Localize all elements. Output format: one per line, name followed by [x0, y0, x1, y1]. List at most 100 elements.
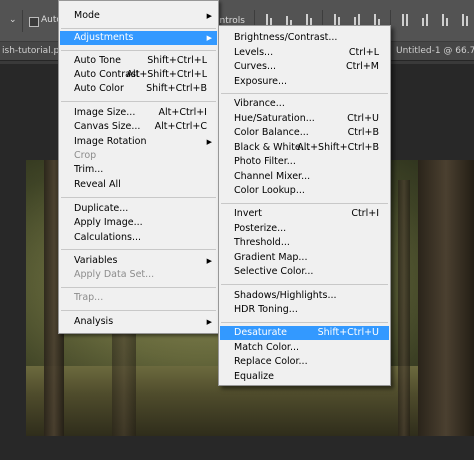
menu-item-label: Vibrance...	[234, 98, 285, 109]
menu-item-levels[interactable]: Levels... Ctrl+L	[220, 46, 389, 60]
menu-item-gradient-map[interactable]: Gradient Map...	[220, 251, 389, 265]
menu-item-color-balance[interactable]: Color Balance... Ctrl+B	[220, 126, 389, 140]
menu-item-shortcut: Shift+Ctrl+U	[317, 327, 379, 338]
menu-separator	[61, 101, 216, 102]
menu-item-shortcut: Ctrl+I	[351, 208, 379, 219]
menu-item-auto-contrast[interactable]: Auto Contrast Alt+Shift+Ctrl+L	[60, 68, 217, 82]
menu-item-vibrance[interactable]: Vibrance...	[220, 97, 389, 111]
distribute-center-icon[interactable]	[418, 12, 432, 26]
menu-item-analysis[interactable]: Analysis ▶	[60, 315, 217, 329]
menu-item-label: Desaturate	[234, 327, 287, 338]
menu-item-label: Levels...	[234, 47, 274, 58]
submenu-arrow-icon: ▶	[206, 34, 212, 42]
menu-item-label: Auto Tone	[74, 55, 121, 66]
menu-item-exposure[interactable]: Exposure...	[220, 75, 389, 89]
menu-item-reveal-all[interactable]: Reveal All	[60, 178, 217, 192]
menu-item-label: Duplicate...	[74, 203, 129, 214]
menu-item-label: Equalize	[234, 371, 274, 382]
menu-item-canvas-size[interactable]: Canvas Size... Alt+Ctrl+C	[60, 120, 217, 134]
menu-item-shortcut: Alt+Ctrl+C	[154, 121, 207, 132]
menu-item-threshold[interactable]: Threshold...	[220, 236, 389, 250]
menu-item-shortcut: Ctrl+B	[347, 127, 379, 138]
menu-separator	[61, 28, 216, 29]
menu-item-shortcut: Alt+Shift+Ctrl+L	[126, 69, 207, 80]
menu-item-label: Crop	[74, 150, 97, 161]
menu-item-label: Image Rotation	[74, 136, 147, 147]
menu-separator	[61, 287, 216, 288]
menu-item-label: Trim...	[74, 164, 104, 175]
menu-item-label: Selective Color...	[234, 266, 314, 277]
distribute-bottom-icon[interactable]	[438, 12, 452, 26]
menu-item-shadows-highlights[interactable]: Shadows/Highlights...	[220, 289, 389, 303]
image-menu: Mode ▶ Adjustments ▶ Auto Tone Shift+Ctrl+L…	[58, 0, 219, 334]
menu-separator	[221, 284, 388, 285]
align-vertical-center-icon[interactable]	[282, 12, 296, 26]
align-left-icon[interactable]	[330, 12, 344, 26]
menu-separator	[221, 203, 388, 204]
menu-item-label: Curves...	[234, 61, 277, 72]
menu-item-selective-color[interactable]: Selective Color...	[220, 265, 389, 279]
document-tab-tutorial[interactable]: ish-tutorial.psd	[0, 42, 58, 60]
document-tab-untitled[interactable]: Untitled-1 @ 66.7%	[390, 42, 474, 60]
menu-item-label: Apply Data Set...	[74, 269, 155, 280]
menu-item-equalize[interactable]: Equalize	[220, 370, 389, 384]
menu-item-black-white[interactable]: Black & White... Alt+Shift+Ctrl+B	[220, 141, 389, 155]
align-bottom-icon[interactable]	[302, 12, 316, 26]
menu-separator	[221, 93, 388, 94]
menu-item-curves[interactable]: Curves... Ctrl+M	[220, 60, 389, 74]
menu-item-photo-filter[interactable]: Photo Filter...	[220, 155, 389, 169]
menu-item-label: Calculations...	[74, 232, 142, 243]
menu-item-trim[interactable]: Trim...	[60, 163, 217, 177]
menu-item-label: Trap...	[74, 292, 104, 303]
menu-item-brightness-contrast[interactable]: Brightness/Contrast...	[220, 31, 389, 45]
menu-item-label: Color Balance...	[234, 127, 309, 138]
menu-item-label: Threshold...	[234, 237, 290, 248]
auto-select-checkbox[interactable]	[29, 17, 39, 27]
menu-item-duplicate[interactable]: Duplicate...	[60, 202, 217, 216]
align-top-icon[interactable]	[262, 12, 276, 26]
menu-item-label: Photo Filter...	[234, 156, 296, 167]
photo-tree-trunk	[418, 160, 474, 436]
align-horizontal-center-icon[interactable]	[350, 12, 364, 26]
menu-item-label: Image Size...	[74, 107, 136, 118]
menu-item-auto-color[interactable]: Auto Color Shift+Ctrl+B	[60, 82, 217, 96]
menu-item-apply-image[interactable]: Apply Image...	[60, 216, 217, 230]
submenu-arrow-icon: ▶	[206, 318, 212, 326]
menu-item-variables[interactable]: Variables ▶	[60, 254, 217, 268]
menu-item-calculations[interactable]: Calculations...	[60, 231, 217, 245]
menu-item-label: HDR Toning...	[234, 304, 298, 315]
menu-item-label: Color Lookup...	[234, 185, 305, 196]
menu-item-shortcut: Shift+Ctrl+L	[147, 55, 207, 66]
menu-item-label: Variables	[74, 255, 118, 266]
distribute-top-icon[interactable]	[398, 12, 412, 26]
menu-item-shortcut: Ctrl+M	[345, 61, 379, 72]
menu-item-label: Hue/Saturation...	[234, 113, 315, 124]
menu-item-image-rotation[interactable]: Image Rotation ▶	[60, 135, 217, 149]
menu-item-label: Mode	[74, 10, 100, 21]
menu-item-adjustments[interactable]: Adjustments ▶	[60, 31, 217, 45]
menu-item-label: Reveal All	[74, 179, 121, 190]
menu-item-channel-mixer[interactable]: Channel Mixer...	[220, 170, 389, 184]
align-right-icon[interactable]	[370, 12, 384, 26]
submenu-arrow-icon: ▶	[206, 12, 212, 20]
menu-item-label: Posterize...	[234, 223, 287, 234]
menu-item-match-color[interactable]: Match Color...	[220, 341, 389, 355]
tool-preset-dropdown-icon[interactable]: ⌄	[9, 15, 17, 25]
menu-item-image-size[interactable]: Image Size... Alt+Ctrl+I	[60, 106, 217, 120]
menu-item-label: Replace Color...	[234, 356, 308, 367]
menu-item-label: Gradient Map...	[234, 252, 308, 263]
menu-item-auto-tone[interactable]: Auto Tone Shift+Ctrl+L	[60, 54, 217, 68]
menu-item-label: Apply Image...	[74, 217, 143, 228]
menu-item-mode[interactable]: Mode ▶	[60, 9, 217, 23]
menu-item-trap: Trap...	[60, 291, 217, 305]
distribute-left-icon[interactable]	[458, 12, 472, 26]
options-divider	[22, 10, 23, 32]
menu-item-hue-saturation[interactable]: Hue/Saturation... Ctrl+U	[220, 112, 389, 126]
menu-separator	[61, 197, 216, 198]
menu-item-desaturate[interactable]: Desaturate Shift+Ctrl+U	[220, 326, 389, 340]
menu-item-invert[interactable]: Invert Ctrl+I	[220, 207, 389, 221]
menu-item-posterize[interactable]: Posterize...	[220, 222, 389, 236]
menu-item-color-lookup[interactable]: Color Lookup...	[220, 184, 389, 198]
menu-item-replace-color[interactable]: Replace Color...	[220, 355, 389, 369]
menu-item-hdr-toning[interactable]: HDR Toning...	[220, 303, 389, 317]
